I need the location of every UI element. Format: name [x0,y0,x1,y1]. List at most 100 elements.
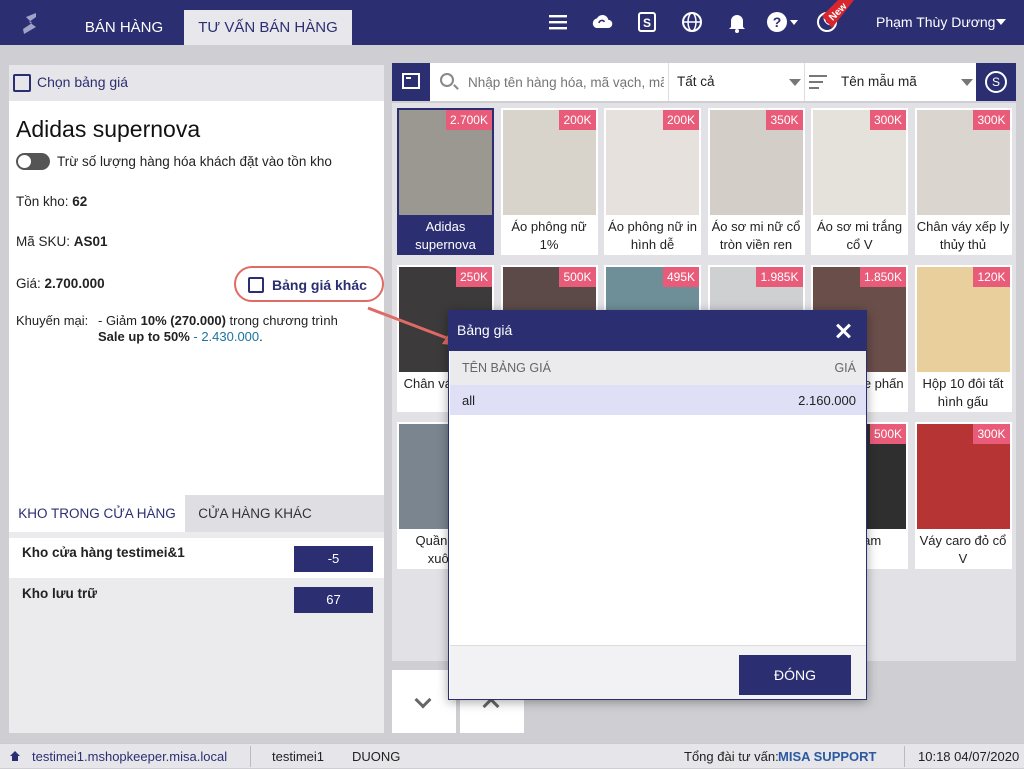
user-code: DUONG [352,749,401,764]
price-table-header: TÊN BẢNG GIÁ GIÁ [450,351,866,385]
price-list-icon [13,74,31,92]
tab-store-warehouse[interactable]: KHO TRONG CỬA HÀNG [9,495,185,532]
product-card[interactable]: 200K Áo phông nữ 1% [500,108,598,255]
support-link[interactable]: MISA SUPPORT [778,744,876,769]
price-list-dialog: Bảng giá TÊN BẢNG GIÁ GIÁ all 2.160.000 … [448,310,867,700]
search-icon [440,73,454,87]
search-input[interactable] [468,71,664,93]
price-list-icon [248,277,264,293]
product-name: Váy caro đỏ cổ V [919,533,1007,566]
datetime: 10:18 04/07/2020 [918,749,1020,764]
price-list-name: all [462,393,476,408]
sort-icon [809,75,827,89]
promotion-line-2: Sale up to 50% - 2.430.000. [98,329,263,344]
home-icon[interactable] [9,750,21,762]
s-button[interactable]: S [976,63,1016,101]
dialog-header: Bảng giá [449,311,866,351]
price-label: Giá: [16,276,41,291]
user-name[interactable]: Phạm Thùy Dương [876,14,995,30]
chevron-down-icon[interactable] [789,10,799,34]
warehouse-name: Kho lưu trữ [22,586,98,601]
product-name: Adidas supernova [16,116,201,142]
tab-other-store[interactable]: CỬA HÀNG KHÁC [185,495,325,532]
warehouse-section: KHO TRONG CỬA HÀNG CỬA HÀNG KHÁC Kho cửa… [9,495,384,733]
close-icon[interactable] [834,322,852,340]
sort-value: Tên mẫu mã [841,74,917,89]
chevron-down-icon [414,691,432,709]
store-name: testimei1 [272,749,325,764]
help-icon[interactable]: ? [765,10,789,34]
price-badge: 300K [869,110,906,130]
s-icon: S [985,71,1007,93]
user-menu-caret-icon[interactable] [996,19,1006,25]
tab-tu-van-ban-hang[interactable]: TƯ VẤN BÁN HÀNG [184,10,352,45]
promotion-line-1: - Giảm 10% (270.000) trong chương trình [98,313,338,328]
price-value: 2.700.000 [44,276,105,291]
chevron-up-icon [482,697,500,715]
svg-text:?: ? [773,14,782,30]
product-toolbar: Tất cả Tên mẫu mã S [392,63,1016,101]
chevron-down-icon [961,79,973,86]
warehouse-qty: 67 [294,587,373,613]
product-name: Adidas supernova [415,219,476,252]
product-card[interactable]: 120K Hộp 10 đôi tất hình gấu [914,265,1012,412]
product-card[interactable]: 300K Chân váy xếp ly thủy thủ [914,108,1012,255]
currency-icon[interactable]: S [635,10,659,34]
product-name: Áo phông nữ 1% [511,219,587,252]
product-card[interactable]: 350K Áo sơ mi nữ cổ tròn viền ren [707,108,805,255]
choose-price-list-label: Chọn bảng giá [37,74,129,90]
price-badge: 300K [973,424,1010,444]
sku-field: Mã SKU: AS01 [16,234,108,249]
product-name: Áo phông nữ in hình dễ [608,219,697,252]
price-badge: 495K [662,267,699,287]
price-list-price: 2.160.000 [798,393,856,408]
sku-value: AS01 [73,234,108,249]
price-badge: 250K [455,267,492,287]
product-card[interactable]: 2.700K Adidas supernova [397,108,494,255]
hotline-label: Tổng đài tư vấn: [684,749,779,764]
stock-field: Tồn kho: 62 [16,194,87,209]
sort-select[interactable]: Tên mẫu mã [804,63,976,101]
price-badge: 120K [973,267,1010,287]
other-price-list-button[interactable]: Bảng giá khác [234,266,384,302]
deduct-stock-label: Trừ số lượng hàng hóa khách đặt vào tồn … [57,154,332,169]
stock-value: 62 [72,194,88,209]
price-field: Giá: 2.700.000 [16,276,105,291]
product-name: Áo sơ mi nữ cổ tròn viền ren [711,219,801,252]
close-button[interactable]: ĐÓNG [739,655,851,695]
price-list-header[interactable]: Chọn bảng giá [9,65,384,101]
window-icon [402,73,420,89]
col-price: GIÁ [834,361,856,375]
stock-label: Tồn kho: [16,194,69,209]
dialog-footer: ĐÓNG [450,645,866,699]
menu-icon[interactable] [546,10,570,34]
app-logo-icon[interactable] [14,7,46,39]
price-badge: 1.985K [756,267,803,287]
scroll-down-button[interactable] [392,670,456,733]
promotion-program[interactable]: Sale up to 50% [98,329,190,344]
warehouse-row: Kho lưu trữ 67 [9,579,384,619]
other-price-list-label: Bảng giá khác [272,277,367,293]
tab-ban-hang[interactable]: BÁN HÀNG [70,10,178,45]
price-badge: 500K [559,267,596,287]
warehouse-qty: -5 [294,546,373,572]
store-url[interactable]: testimei1.mshopkeeper.misa.local [32,744,227,769]
promotion-price: 2.430.000 [201,329,260,344]
category-filter-select[interactable]: Tất cả [668,63,804,101]
warehouse-name: Kho cửa hàng testimei&1 [22,545,185,560]
product-card[interactable]: 300K Váy caro đỏ cổ V [914,422,1012,569]
product-card[interactable]: 300K Áo sơ mi trắng cổ V [811,108,908,255]
price-badge: 1.850K [859,267,906,287]
price-badge: 500K [869,424,906,444]
product-card[interactable]: 200K Áo phông nữ in hình dễ [604,108,701,255]
view-toggle-button[interactable] [392,63,430,101]
globe-icon[interactable] [680,10,704,34]
dialog-title: Bảng giá [457,322,513,338]
deduct-stock-toggle[interactable] [16,153,50,170]
warehouse-tabs: KHO TRONG CỬA HÀNG CỬA HÀNG KHÁC [9,495,384,532]
table-row[interactable]: all 2.160.000 [450,385,866,415]
chevron-down-icon [789,79,801,86]
cloud-sync-icon[interactable] [590,10,614,34]
category-filter-value: Tất cả [677,74,715,89]
bell-icon[interactable] [725,10,749,34]
